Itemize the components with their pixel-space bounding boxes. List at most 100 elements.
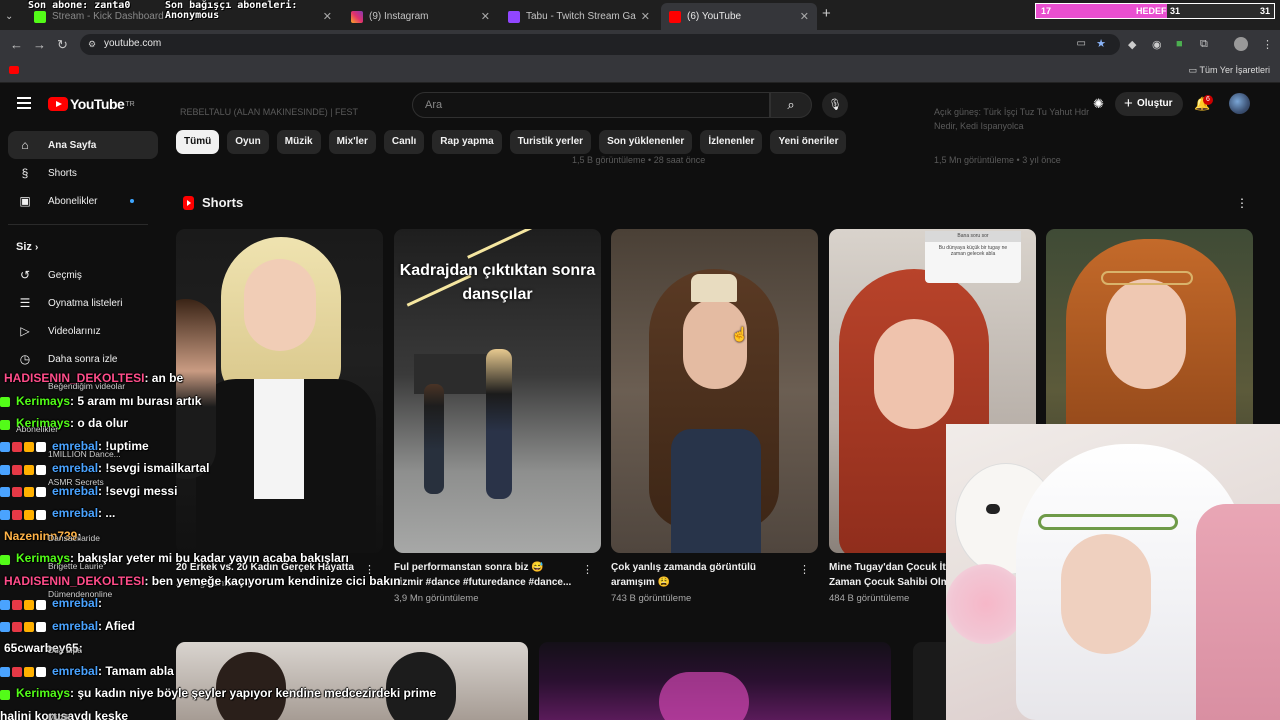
short-menu-icon[interactable]: ⋮	[799, 563, 810, 576]
search-button[interactable]: ⌕	[770, 92, 812, 118]
short-views: 743 B görüntüleme	[611, 593, 692, 604]
chat-badge-icon	[0, 667, 10, 678]
close-icon[interactable]: ✕	[641, 10, 650, 23]
sidebar-item-liked[interactable]: Beğendiğim videolar	[48, 381, 125, 391]
youtube-header: YouTube TR ⌕ 🎙 ✺ Oluştur 🔔 6	[0, 83, 1280, 125]
bookmark-star-icon[interactable]: ★	[1096, 37, 1106, 50]
chip-watched[interactable]: İzlenenler	[700, 130, 763, 154]
goal-bar: 17 HEDEF 31 31	[1035, 3, 1275, 19]
tab-instagram[interactable]: (9) Instagram ✕	[343, 3, 498, 30]
chat-badges	[0, 459, 48, 479]
chip-recently-uploaded[interactable]: Son yüklenenler	[599, 130, 693, 154]
stream-tool-icon[interactable]: ✺	[1093, 96, 1104, 112]
sidebar-sub-item[interactable]: ASMR Secrets	[48, 477, 104, 487]
youtube-logo[interactable]: YouTube TR	[48, 96, 135, 112]
chat-badge-icon	[36, 667, 46, 678]
person-face-shape	[874, 319, 954, 429]
goal-target: 31	[1170, 6, 1181, 16]
browser-tab-bar: ⌄ Stream - Kick Dashboard ✕ (9) Instagra…	[0, 0, 1280, 30]
tab-twitch[interactable]: Tabu - Twitch Stream Game ✕	[500, 3, 658, 30]
sidebar-item-shorts[interactable]: § Shorts	[8, 159, 158, 187]
short-title[interactable]: Çok yanlış zamanda görüntülü	[611, 560, 801, 575]
new-content-dot	[130, 199, 134, 203]
tab-search-icon[interactable]: ⌄	[0, 3, 14, 30]
chat-badges	[0, 684, 12, 704]
chat-badge-icon	[24, 487, 34, 498]
chip-all[interactable]: Tümü	[176, 130, 220, 154]
close-icon[interactable]: ✕	[323, 10, 332, 23]
search-box	[412, 92, 770, 118]
chat-badge-icon	[36, 622, 46, 633]
shorts-header-label: Shorts	[202, 195, 244, 210]
chip-tourist-places[interactable]: Turistik yerler	[509, 130, 592, 154]
voice-search-button[interactable]: 🎙	[822, 92, 848, 118]
sidebar-item-playlists[interactable]: ☰ Oynatma listeleri	[8, 289, 158, 317]
tab-youtube[interactable]: (6) YouTube ✕	[661, 3, 817, 30]
sidebar-sub-item[interactable]: 1MILLION Dance...	[48, 449, 121, 459]
sidebar-sub-item[interactable]: Dua Lipa	[48, 645, 82, 655]
menu-kebab-icon[interactable]: ⋮	[1262, 38, 1273, 51]
short-title-line2[interactable]: aramışım 😩	[611, 575, 801, 590]
chat-username[interactable]: HADISENIN_DEKOLTESI	[4, 574, 144, 588]
menu-icon[interactable]	[17, 97, 31, 109]
sidebar-item-subscriptions[interactable]: ▣ Abonelikler	[8, 187, 158, 215]
chat-username[interactable]: Kerimays	[16, 394, 70, 408]
sidebar-item-label: Geçmiş	[48, 269, 82, 281]
extension-icon[interactable]: ◉	[1152, 38, 1162, 51]
sidebar-item-history[interactable]: ↺ Geçmiş	[8, 261, 158, 289]
sidebar-you-header[interactable]: Siz ›	[8, 233, 158, 261]
short-menu-icon[interactable]: ⋮	[582, 563, 593, 576]
chip-games[interactable]: Oyun	[227, 130, 269, 154]
sidebar-subs-header[interactable]: Abonelikler	[16, 424, 58, 434]
search-input[interactable]	[425, 99, 755, 111]
chip-live[interactable]: Canlı	[383, 130, 425, 154]
chip-rap[interactable]: Rap yapma	[432, 130, 502, 154]
sidebar-item-your-videos[interactable]: ▷ Videolarınız	[8, 317, 158, 345]
chat-username[interactable]: emrebal	[52, 461, 98, 475]
kick-icon	[34, 10, 46, 23]
back-icon[interactable]: ←	[10, 37, 23, 52]
site-info-icon[interactable]: ⚙	[88, 39, 96, 50]
chat-username[interactable]: emrebal	[52, 619, 98, 633]
reload-icon[interactable]: ↻	[57, 37, 68, 53]
sidebar-sub-item[interactable]: Müzik	[48, 712, 70, 720]
forward-icon[interactable]: →	[33, 37, 46, 52]
chat-text: : an be	[144, 371, 184, 385]
chat-username[interactable]: emrebal	[52, 506, 98, 520]
shorts-section-menu-icon[interactable]: ⋮	[1236, 196, 1248, 210]
extensions-puzzle-icon[interactable]: ⧉	[1200, 38, 1208, 51]
chat-badge-icon	[24, 667, 34, 678]
extension-icon[interactable]: ◆	[1128, 38, 1136, 51]
chip-music[interactable]: Müzik	[276, 130, 321, 154]
sidebar-sub-item[interactable]: Brigette Laurie	[48, 561, 103, 571]
short-thumbnail[interactable]	[611, 229, 818, 553]
chat-badges	[0, 616, 48, 636]
close-icon[interactable]: ✕	[800, 10, 809, 23]
avatar[interactable]	[1229, 93, 1250, 114]
shorts-section-title: Shorts	[183, 195, 243, 210]
new-tab-button[interactable]: +	[822, 5, 831, 22]
extension-icon[interactable]: ■	[1176, 38, 1183, 50]
chat-badge-icon	[0, 464, 10, 475]
person-top-shape	[671, 429, 761, 553]
ceiling-light-shape	[467, 229, 541, 259]
youtube-bookmark-icon[interactable]	[9, 66, 19, 74]
cast-icon[interactable]: ▭	[1077, 38, 1086, 49]
all-bookmarks[interactable]: ▭ Tüm Yer İşaretleri	[1189, 65, 1270, 76]
chip-mixes[interactable]: Mix'ler	[328, 130, 376, 154]
sidebar-item-label: Daha sonra izle	[48, 353, 118, 365]
chip-new-to-you[interactable]: Yeni öneriler	[770, 130, 847, 154]
chat-username[interactable]: emrebal	[52, 664, 98, 678]
short-card[interactable]: Çok yanlış zamanda görüntülü aramışım 😩 …	[611, 229, 818, 604]
chat-username[interactable]: Kerimays	[16, 686, 70, 700]
url-field[interactable]: ⚙ youtube.com ▭ ★	[80, 34, 1120, 55]
profile-icon[interactable]	[1234, 37, 1248, 51]
video-thumbnail[interactable]	[539, 642, 891, 720]
create-button[interactable]: Oluştur	[1115, 92, 1183, 116]
sidebar-item-home[interactable]: ⌂ Ana Sayfa	[8, 131, 158, 159]
sidebar-sub-item[interactable]: Dümendenonline	[48, 589, 112, 599]
chat-badge-icon	[12, 487, 22, 498]
sidebar-you-label: Siz	[16, 241, 32, 253]
sidebar-sub-item[interactable]: Dansacılaride	[48, 533, 100, 543]
close-icon[interactable]: ✕	[481, 10, 490, 23]
